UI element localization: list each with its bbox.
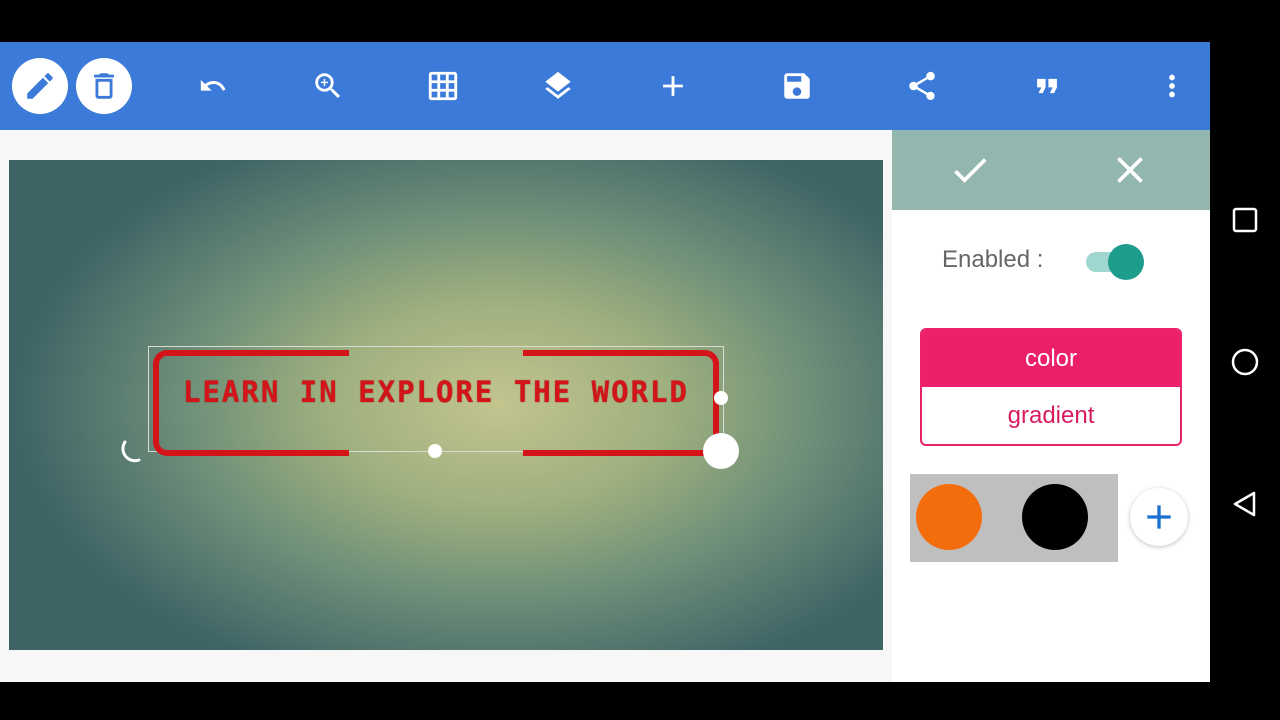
pencil-icon — [27, 73, 53, 99]
app-screen: LEARN IN EXPLORE THE WORLD Enabled : col — [0, 42, 1210, 682]
home-icon — [1231, 348, 1259, 376]
recents-button[interactable] — [1227, 202, 1263, 238]
gradient-mode-tab[interactable]: gradient — [922, 387, 1180, 444]
trash-icon — [94, 73, 114, 99]
layers-button[interactable] — [534, 62, 582, 110]
check-icon — [954, 158, 987, 183]
layers-icon — [545, 71, 571, 99]
back-button[interactable] — [1227, 486, 1263, 522]
back-icon — [1233, 491, 1256, 517]
share-button[interactable] — [898, 62, 946, 110]
resize-handle-right[interactable] — [714, 391, 728, 405]
scale-handle[interactable] — [703, 433, 739, 469]
quote-button[interactable] — [1023, 62, 1071, 110]
color-panel: Enabled : color gradient — [892, 130, 1210, 682]
save-icon — [784, 73, 810, 99]
color-mode-tab[interactable]: color — [922, 330, 1180, 387]
panel-header — [892, 130, 1210, 210]
undo-button[interactable] — [189, 62, 237, 110]
undo-icon — [200, 79, 226, 91]
close-icon — [1117, 157, 1143, 183]
swatch-orange[interactable] — [916, 484, 982, 550]
zoom-button[interactable] — [304, 62, 352, 110]
grid-icon — [428, 71, 458, 101]
fill-mode-selector: color gradient — [920, 328, 1182, 446]
swatch-black[interactable] — [1022, 484, 1088, 550]
color-swatches — [910, 474, 1118, 562]
delete-button[interactable] — [76, 58, 132, 114]
rotate-icon[interactable] — [117, 436, 149, 468]
more-vert-icon — [1169, 74, 1175, 98]
enabled-toggle[interactable] — [1086, 244, 1144, 280]
add-button[interactable] — [649, 62, 697, 110]
zoom-in-icon — [315, 73, 341, 99]
background-photo[interactable]: LEARN IN EXPLORE THE WORLD — [9, 160, 883, 650]
quote-icon — [1037, 78, 1057, 94]
pencil-button[interactable] — [12, 58, 68, 114]
save-button[interactable] — [773, 62, 821, 110]
grid-button[interactable] — [419, 62, 467, 110]
home-button[interactable] — [1227, 344, 1263, 380]
share-icon — [909, 71, 935, 101]
recents-icon — [1232, 207, 1258, 233]
editor-canvas: LEARN IN EXPLORE THE WORLD — [0, 130, 892, 682]
toggle-thumb — [1108, 244, 1144, 280]
system-nav-bar — [1210, 0, 1280, 720]
text-layer-frame[interactable]: LEARN IN EXPLORE THE WORLD — [148, 346, 724, 456]
top-toolbar — [0, 42, 1210, 130]
text-layer[interactable]: LEARN IN EXPLORE THE WORLD — [149, 375, 723, 409]
plus-icon — [1147, 505, 1171, 529]
cancel-button[interactable] — [1106, 146, 1154, 194]
confirm-button[interactable] — [946, 146, 994, 194]
enabled-label: Enabled : — [942, 246, 1044, 273]
more-button[interactable] — [1148, 62, 1196, 110]
resize-handle-bottom[interactable] — [428, 444, 442, 458]
add-color-button[interactable] — [1130, 488, 1188, 546]
add-icon — [663, 76, 683, 96]
